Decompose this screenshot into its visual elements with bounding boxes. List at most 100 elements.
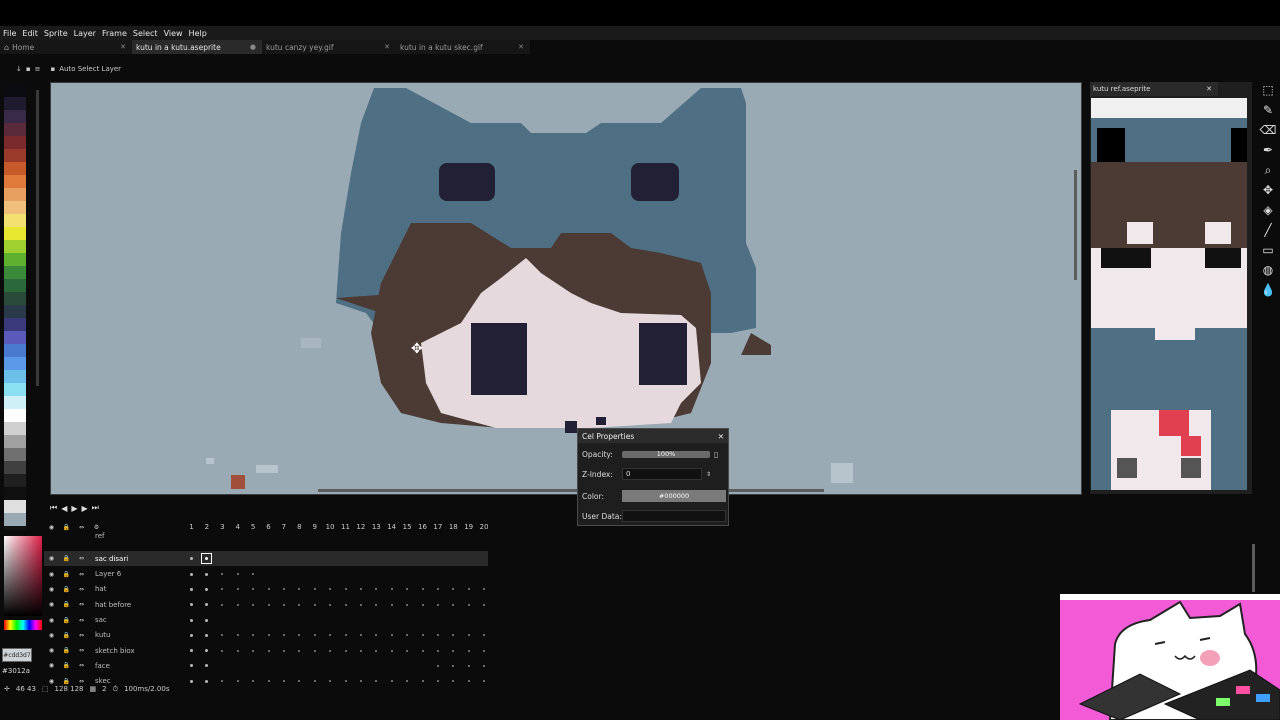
palette-swatch[interactable]	[4, 188, 26, 201]
cel[interactable]	[292, 567, 307, 582]
cel[interactable]	[430, 582, 445, 597]
cel[interactable]	[338, 532, 353, 547]
dialog-titlebar[interactable]: Cel Properties ✕	[578, 429, 728, 443]
cel[interactable]	[323, 658, 338, 673]
next-frame-icon[interactable]: ▶	[82, 504, 88, 513]
menu-file[interactable]: File	[0, 29, 19, 38]
cel[interactable]	[430, 551, 445, 566]
cel[interactable]	[184, 643, 199, 658]
cel[interactable]	[261, 567, 276, 582]
cel[interactable]	[400, 582, 415, 597]
continuous-icon[interactable]: ⇔	[74, 555, 89, 562]
cel[interactable]	[430, 643, 445, 658]
cel[interactable]	[369, 628, 384, 643]
continuous-icon[interactable]: ⇔	[74, 617, 89, 624]
cel[interactable]	[230, 613, 245, 628]
cel[interactable]	[415, 658, 430, 673]
frame-number[interactable]: 11	[338, 523, 353, 531]
canvas-scrollbar-vertical[interactable]	[1074, 170, 1077, 280]
cel[interactable]	[323, 597, 338, 612]
cel[interactable]	[276, 597, 291, 612]
cel[interactable]	[215, 551, 230, 566]
frame-number[interactable]: 10	[323, 523, 338, 531]
cel[interactable]	[184, 532, 199, 547]
color-picker-sv[interactable]	[4, 536, 42, 616]
palette-swatch[interactable]	[4, 305, 26, 318]
cel[interactable]	[261, 532, 276, 547]
cel[interactable]	[353, 613, 368, 628]
ink-drop-icon[interactable]: 💧	[1258, 280, 1278, 300]
cel[interactable]	[292, 628, 307, 643]
canvas-scrollbar-horizontal[interactable]	[318, 489, 824, 492]
cel[interactable]	[184, 582, 199, 597]
cel[interactable]	[338, 613, 353, 628]
close-icon[interactable]: ✕	[718, 432, 724, 441]
cel[interactable]	[307, 658, 322, 673]
cel[interactable]	[446, 658, 461, 673]
continuous-icon[interactable]: ⇔	[74, 524, 89, 531]
cel[interactable]	[415, 613, 430, 628]
prev-frame-icon[interactable]: ◀	[61, 504, 67, 513]
cel[interactable]	[369, 567, 384, 582]
line-icon[interactable]: ╱	[1258, 220, 1278, 240]
cel[interactable]	[292, 551, 307, 566]
cel[interactable]	[369, 613, 384, 628]
cel[interactable]	[446, 597, 461, 612]
palette-swatch[interactable]	[4, 240, 26, 253]
palette-swatch[interactable]	[4, 500, 26, 513]
palette-swatch[interactable]	[4, 97, 26, 110]
cel[interactable]	[215, 532, 230, 547]
lock-icon[interactable]: 🔒	[59, 555, 74, 562]
frame-number[interactable]: 15	[400, 523, 415, 531]
hue-slider[interactable]	[4, 620, 42, 630]
cel[interactable]	[384, 628, 399, 643]
cel[interactable]	[400, 628, 415, 643]
rectangle-icon[interactable]: ▭	[1258, 240, 1278, 260]
cel[interactable]	[338, 551, 353, 566]
continuous-icon[interactable]: ⇔	[74, 586, 89, 593]
cel[interactable]	[276, 628, 291, 643]
frame-number[interactable]: 17	[430, 523, 445, 531]
continuous-icon[interactable]: ⇔	[74, 632, 89, 639]
cel[interactable]	[323, 643, 338, 658]
cel[interactable]	[430, 658, 445, 673]
opacity-slider[interactable]: 100%	[622, 450, 710, 458]
cel[interactable]	[246, 532, 261, 547]
cel[interactable]	[430, 532, 445, 547]
eyedropper-icon[interactable]: ✒	[1258, 140, 1278, 160]
lock-icon[interactable]: 🔒	[59, 647, 74, 654]
frame-number[interactable]: 18	[446, 523, 461, 531]
cel[interactable]	[353, 643, 368, 658]
cel[interactable]	[215, 567, 230, 582]
cel-color-button[interactable]: #000000	[622, 490, 726, 502]
close-icon[interactable]: ✕	[384, 43, 390, 51]
cel[interactable]	[246, 643, 261, 658]
layer-name[interactable]: hat before	[89, 601, 174, 609]
tab-kutu-in-a-kutu-skec[interactable]: kutu in a kutu skec.gif ✕	[396, 40, 530, 54]
cel[interactable]	[246, 658, 261, 673]
layer-row[interactable]: ref	[44, 532, 488, 540]
cel[interactable]	[323, 567, 338, 582]
palette-swatch[interactable]	[4, 227, 26, 240]
palette-swatch[interactable]	[4, 214, 26, 227]
layer-row[interactable]: ◉ 🔒 ⇔ sac disari	[44, 551, 488, 567]
palette-swatch[interactable]	[4, 331, 26, 344]
palette-swatch[interactable]	[4, 513, 26, 526]
menu-layer[interactable]: Layer	[71, 29, 99, 38]
cel[interactable]	[199, 567, 214, 582]
cel[interactable]	[230, 658, 245, 673]
layer-row[interactable]: ◉ 🔒 ⇔ face	[44, 658, 488, 673]
eye-icon[interactable]: ◉	[44, 524, 59, 531]
cel[interactable]	[446, 567, 461, 582]
frame-number[interactable]: 6	[261, 523, 276, 531]
palette-swatch[interactable]	[4, 396, 26, 409]
pencil-icon[interactable]: ✎	[1258, 100, 1278, 120]
frame-number[interactable]: 9	[307, 523, 322, 531]
cel[interactable]	[415, 551, 430, 566]
lock-icon[interactable]: 🔒	[59, 662, 74, 669]
palette-swatch[interactable]	[4, 136, 26, 149]
cel[interactable]	[430, 628, 445, 643]
menu-help[interactable]: Help	[186, 29, 210, 38]
cel[interactable]	[261, 597, 276, 612]
cel[interactable]	[215, 597, 230, 612]
